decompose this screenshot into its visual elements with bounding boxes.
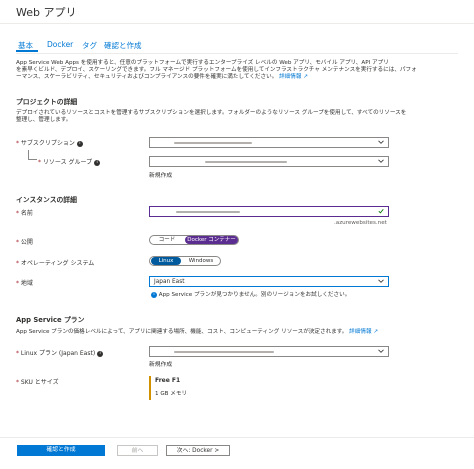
app-name-input[interactable] [149, 206, 389, 217]
blade-title: Web アプリ [16, 6, 77, 19]
resource-group-label-row: * リソース グループ i [38, 157, 101, 166]
create-resource-group-link[interactable]: 新規作成 [149, 170, 172, 179]
external-link-icon: ↗ [371, 329, 379, 335]
plan-learn-more-link[interactable]: 詳細情報 [349, 329, 371, 335]
redacted-value [174, 142, 252, 144]
publish-toggle[interactable]: コード Docker コンテナー [149, 235, 239, 245]
publish-option-code[interactable]: コード [152, 236, 182, 244]
app-service-plan-heading: App Service プラン [16, 316, 85, 324]
region-label: 地域 [20, 280, 33, 287]
intro-text: App Service Web Apps を使用すると、任意のプラットフォームで… [16, 60, 461, 82]
instance-details-heading: インスタンスの詳細 [16, 196, 77, 204]
project-desc: デプロイされているリソースとコストを管理するサブスクリプションを選択します。フォ… [16, 110, 461, 124]
review-create-button[interactable]: 確認と作成 [17, 445, 105, 456]
linux-plan-label-row: * Linux プラン (Japan East) i [16, 348, 104, 357]
chevron-down-icon [378, 349, 384, 353]
resource-group-label: リソース グループ [42, 159, 93, 166]
publish-label: 公開 [20, 239, 33, 246]
subscription-label: サブスクリプション [20, 140, 75, 147]
redacted-value [174, 351, 274, 353]
project-details-heading: プロジェクトの詳細 [16, 98, 78, 106]
sku-accent-bar [149, 376, 151, 400]
checkmark-icon [378, 209, 384, 214]
intro-learn-more-link[interactable]: 詳細情報 [279, 74, 301, 80]
region-warning-row: i App Service プランが見つかりません。別のリージョンをお試しくださ… [151, 290, 350, 298]
subscription-label-row: * サブスクリプション i [16, 138, 83, 147]
tab-review-create[interactable]: 確認と作成 [104, 40, 142, 51]
resource-group-select[interactable] [149, 156, 389, 167]
name-label: 名前 [20, 210, 33, 217]
info-icon[interactable]: i [94, 159, 101, 166]
plan-desc-row: App Service プランの価格レベルによって、アプリに関連する場所、機能、… [16, 329, 461, 336]
os-label-row: * オペレーティング システム [16, 258, 94, 267]
tab-tags[interactable]: タグ [82, 40, 97, 51]
linux-plan-label: Linux プラン (Japan East) [20, 350, 96, 357]
publish-option-docker[interactable]: Docker コンテナー [185, 236, 238, 244]
next-docker-button[interactable]: 次へ: Docker > [166, 445, 230, 456]
sku-label-row: * SKU とサイズ [16, 377, 59, 386]
region-warning: App Service プランが見つかりません。別のリージョンをお試しください。 [158, 292, 351, 298]
external-link-icon: ↗ [301, 74, 308, 81]
region-value: Japan East [154, 278, 185, 285]
os-toggle[interactable]: Linux Windows [149, 256, 221, 266]
tree-connector [28, 150, 37, 160]
create-plan-link[interactable]: 新規作成 [149, 359, 172, 368]
redacted-value [205, 161, 287, 163]
info-icon[interactable]: i [76, 140, 83, 147]
active-tab-indicator [16, 50, 38, 52]
previous-button[interactable]: 前へ [117, 445, 158, 456]
redacted-value [176, 211, 240, 213]
intro-line-3: ーマンス、スケーラビリティ、セキュリティおよびコンプライアンスの要件を確実に満た… [16, 74, 278, 81]
sku-label: SKU とサイズ [20, 379, 59, 386]
publish-label-row: * 公開 [16, 237, 33, 246]
info-icon[interactable]: i [97, 350, 104, 357]
name-label-row: * 名前 [16, 208, 33, 217]
domain-suffix: .azurewebsites.net [334, 220, 387, 226]
tabs-divider [16, 53, 458, 54]
linux-plan-select[interactable] [149, 346, 389, 357]
chevron-down-icon [378, 159, 384, 163]
project-desc-line-1: デプロイされているリソースとコストを管理するサブスクリプションを選択します。フォ… [16, 110, 407, 116]
plan-desc: App Service プランの価格レベルによって、アプリに関連する場所、機能、… [16, 329, 348, 335]
region-label-row: * 地域 [16, 278, 33, 287]
sku-name: Free F1 [155, 377, 181, 384]
footer-divider [0, 437, 474, 438]
os-option-linux[interactable]: Linux [151, 257, 181, 265]
intro-line-3-row: ーマンス、スケーラビリティ、セキュリティおよびコンプライアンスの要件を確実に満た… [16, 74, 461, 81]
region-select[interactable]: Japan East [149, 276, 389, 287]
info-icon: i [151, 291, 157, 298]
os-option-windows[interactable]: Windows [183, 257, 219, 265]
title-divider [0, 23, 474, 24]
sku-detail: 1 GB メモリ [155, 391, 188, 397]
chevron-down-icon [378, 279, 384, 283]
subscription-select[interactable] [149, 137, 389, 148]
chevron-down-icon [378, 140, 384, 144]
project-desc-line-2: 整理し、管理します。 [16, 117, 72, 124]
os-label: オペレーティング システム [20, 260, 95, 267]
tab-docker[interactable]: Docker [47, 40, 73, 49]
